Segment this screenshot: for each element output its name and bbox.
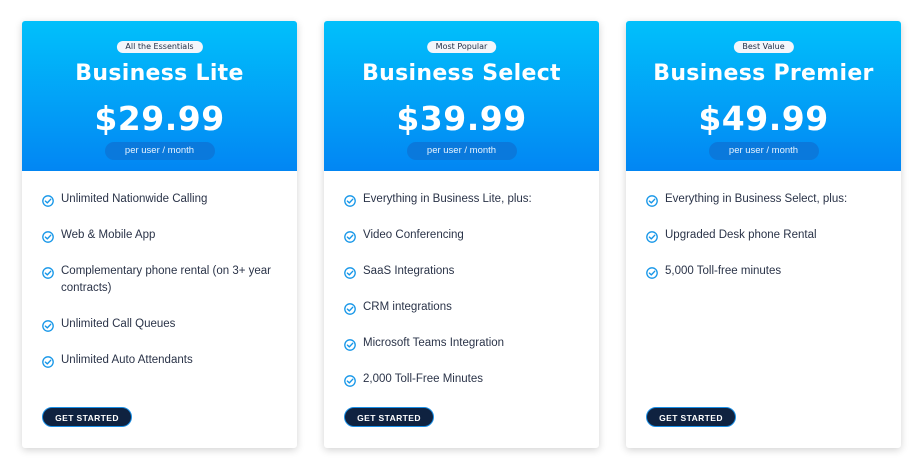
pricing-cards: All the Essentials Business Lite $29.99 … [22,21,901,448]
plan-card-business-premier: Best Value Business Premier $49.99 per u… [626,21,901,448]
get-started-button[interactable]: GET STARTED [344,407,434,427]
check-circle-icon [646,195,658,207]
feature-label: Unlimited Nationwide Calling [61,193,208,205]
get-started-button[interactable]: GET STARTED [646,407,736,427]
feature-label: 2,000 Toll-Free Minutes [363,373,483,385]
feature-label: Microsoft Teams Integration [363,337,505,349]
plan-name: Business Premier [653,61,874,86]
feature-label: Unlimited Auto Attendants [61,354,193,366]
check-circle-icon [344,231,356,243]
plan-header: All the Essentials Business Lite $29.99 … [22,21,297,171]
feature-label: Unlimited Call Queues [61,318,176,330]
feature-item: SaaS Integrations [344,263,581,280]
feature-label: 5,000 Toll-free minutes [665,265,782,277]
feature-item: Web & Mobile App [42,227,279,244]
feature-item: 5,000 Toll-free minutes [646,263,883,280]
feature-label: Complementary phone rental (on 3+ year c… [61,265,271,294]
feature-item: CRM integrations [344,299,581,316]
check-circle-icon [42,267,54,279]
check-circle-icon [344,303,356,315]
feature-item: Complementary phone rental (on 3+ year c… [42,263,279,297]
feature-item: Microsoft Teams Integration [344,335,581,352]
check-circle-icon [344,339,356,351]
check-circle-icon [344,375,356,387]
check-circle-icon [646,231,658,243]
plan-card-business-lite: All the Essentials Business Lite $29.99 … [22,21,297,448]
feature-label: SaaS Integrations [363,265,455,277]
check-circle-icon [344,267,356,279]
plan-name: Business Select [362,61,561,86]
feature-item: Upgraded Desk phone Rental [646,227,883,244]
feature-item: Video Conferencing [344,227,581,244]
feature-item: 2,000 Toll-Free Minutes [344,371,581,388]
feature-label: Everything in Business Lite, plus: [363,193,532,205]
feature-item: Unlimited Call Queues [42,316,279,333]
plan-header: Best Value Business Premier $49.99 per u… [626,21,901,171]
feature-label: Video Conferencing [363,229,464,241]
feature-item: Everything in Business Select, plus: [646,191,883,208]
plan-badge: Best Value [733,41,794,53]
feature-list: Everything in Business Select, plus: Upg… [646,191,883,299]
feature-label: Upgraded Desk phone Rental [665,229,817,241]
feature-item: Everything in Business Lite, plus: [344,191,581,208]
feature-list: Unlimited Nationwide Calling Web & Mobil… [42,191,279,388]
plan-price: $39.99 [396,99,527,138]
get-started-button[interactable]: GET STARTED [42,407,132,427]
check-circle-icon [344,195,356,207]
plan-badge: Most Popular [426,41,497,53]
price-period: per user / month [708,142,819,160]
plan-header: Most Popular Business Select $39.99 per … [324,21,599,171]
feature-item: Unlimited Nationwide Calling [42,191,279,208]
price-period: per user / month [406,142,517,160]
price-period: per user / month [104,142,215,160]
feature-label: CRM integrations [363,301,452,313]
feature-label: Web & Mobile App [61,229,156,241]
plan-name: Business Lite [75,61,244,86]
check-circle-icon [42,320,54,332]
check-circle-icon [42,231,54,243]
check-circle-icon [42,195,54,207]
feature-label: Everything in Business Select, plus: [665,193,848,205]
feature-list: Everything in Business Lite, plus: Video… [344,191,581,407]
plan-price: $49.99 [698,99,829,138]
check-circle-icon [42,356,54,368]
plan-badge: All the Essentials [116,41,203,53]
plan-card-business-select: Most Popular Business Select $39.99 per … [324,21,599,448]
plan-price: $29.99 [94,99,225,138]
feature-item: Unlimited Auto Attendants [42,352,279,369]
check-circle-icon [646,267,658,279]
